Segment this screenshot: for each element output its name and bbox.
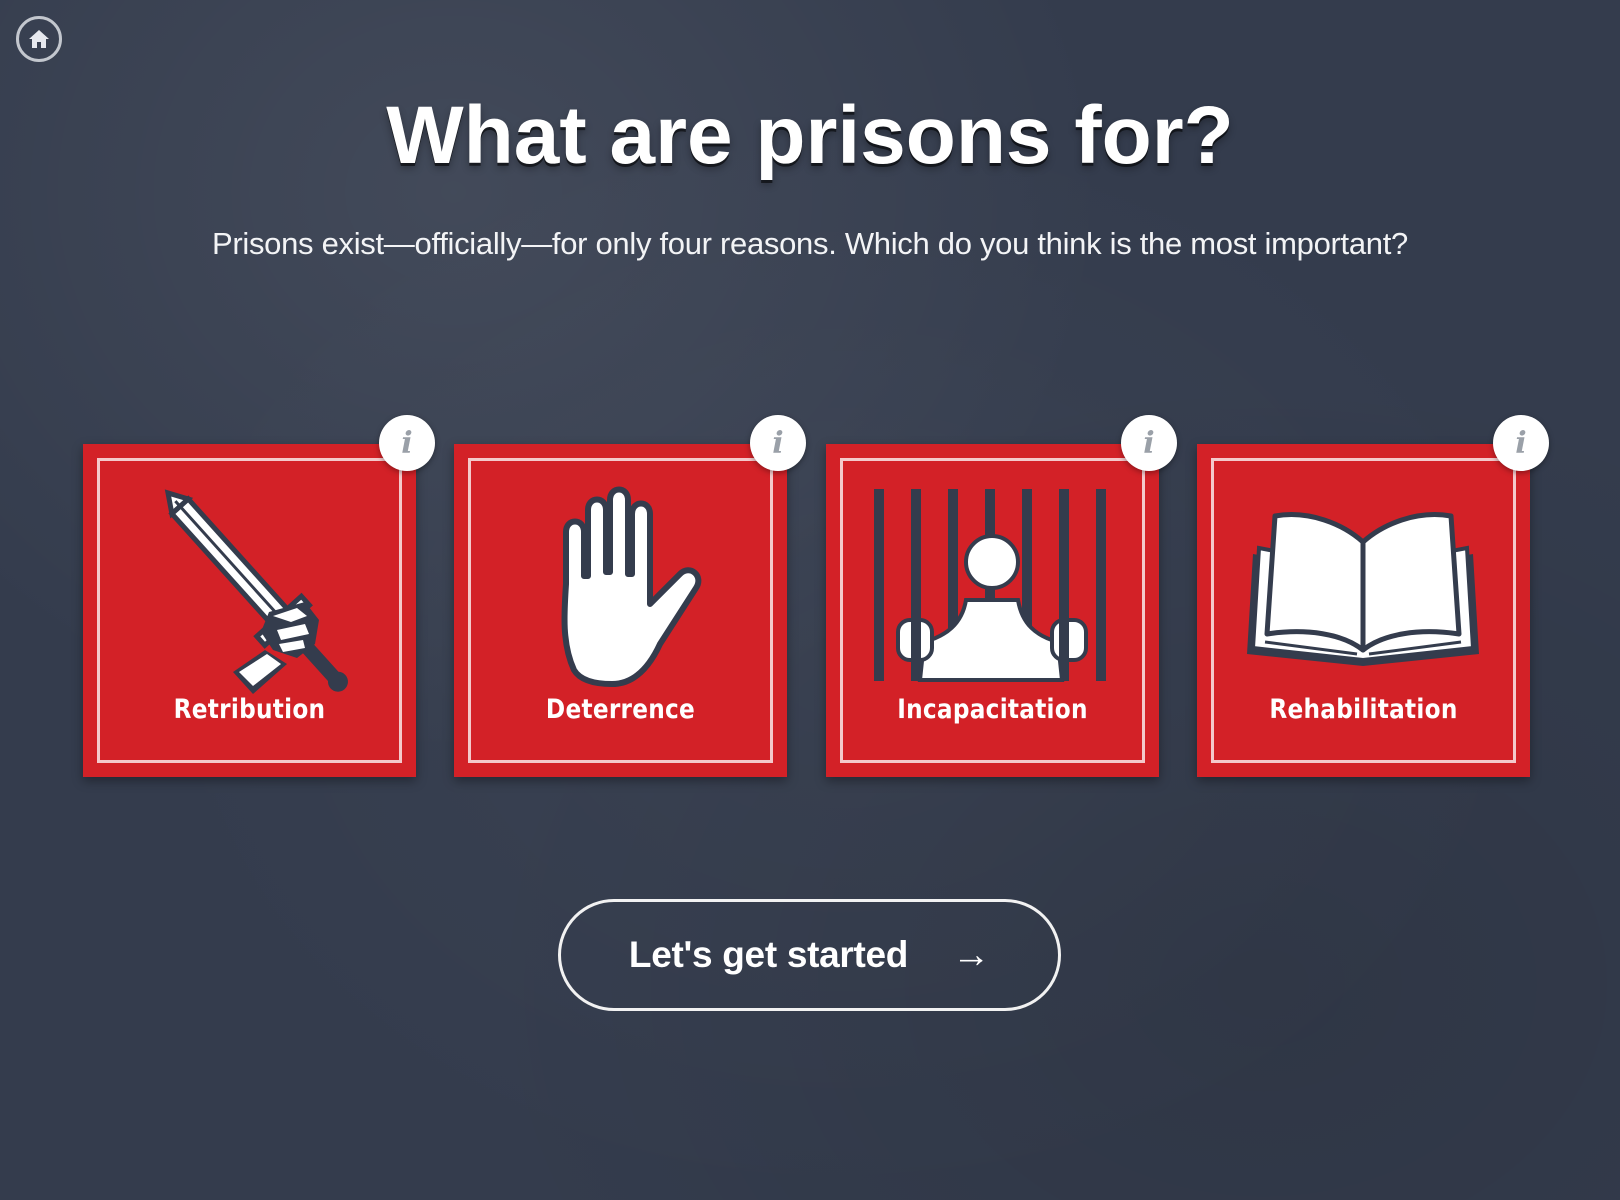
card-retribution[interactable]: Retribution (83, 444, 416, 777)
open-book-icon (1247, 512, 1479, 666)
home-icon (27, 27, 51, 51)
card-label: Rehabilitation (1269, 694, 1458, 725)
info-button-rehabilitation[interactable]: i (1493, 415, 1549, 471)
home-button[interactable] (16, 16, 62, 62)
page-subtitle: Prisons exist—officially—for only four r… (211, 226, 1408, 261)
get-started-label: Let's get started (628, 934, 909, 975)
info-icon: i (401, 425, 413, 461)
card-incapacitation[interactable]: Incapacitation (826, 444, 1159, 777)
info-icon: i (1515, 425, 1527, 461)
get-started-button[interactable]: Let's get started → (558, 899, 1061, 1011)
page-title: What are prisons for? (386, 90, 1234, 181)
card-rehabilitation[interactable]: Rehabilitation (1197, 444, 1530, 777)
info-icon: i (772, 425, 784, 461)
info-button-incapacitation[interactable]: i (1121, 415, 1177, 471)
card-label: Deterrence (545, 694, 696, 725)
card-deterrence[interactable]: Deterrence (454, 444, 787, 777)
raised-hand-icon (561, 486, 702, 687)
card-label: Retribution (173, 694, 326, 725)
info-button-deterrence[interactable]: i (750, 415, 806, 471)
info-button-retribution[interactable]: i (379, 415, 435, 471)
arrow-right-icon: → (952, 934, 991, 976)
card-label: Incapacitation (897, 694, 1088, 725)
info-icon: i (1143, 425, 1155, 461)
prisoner-behind-bars-icon (874, 489, 1106, 682)
sword-icon (164, 489, 348, 694)
